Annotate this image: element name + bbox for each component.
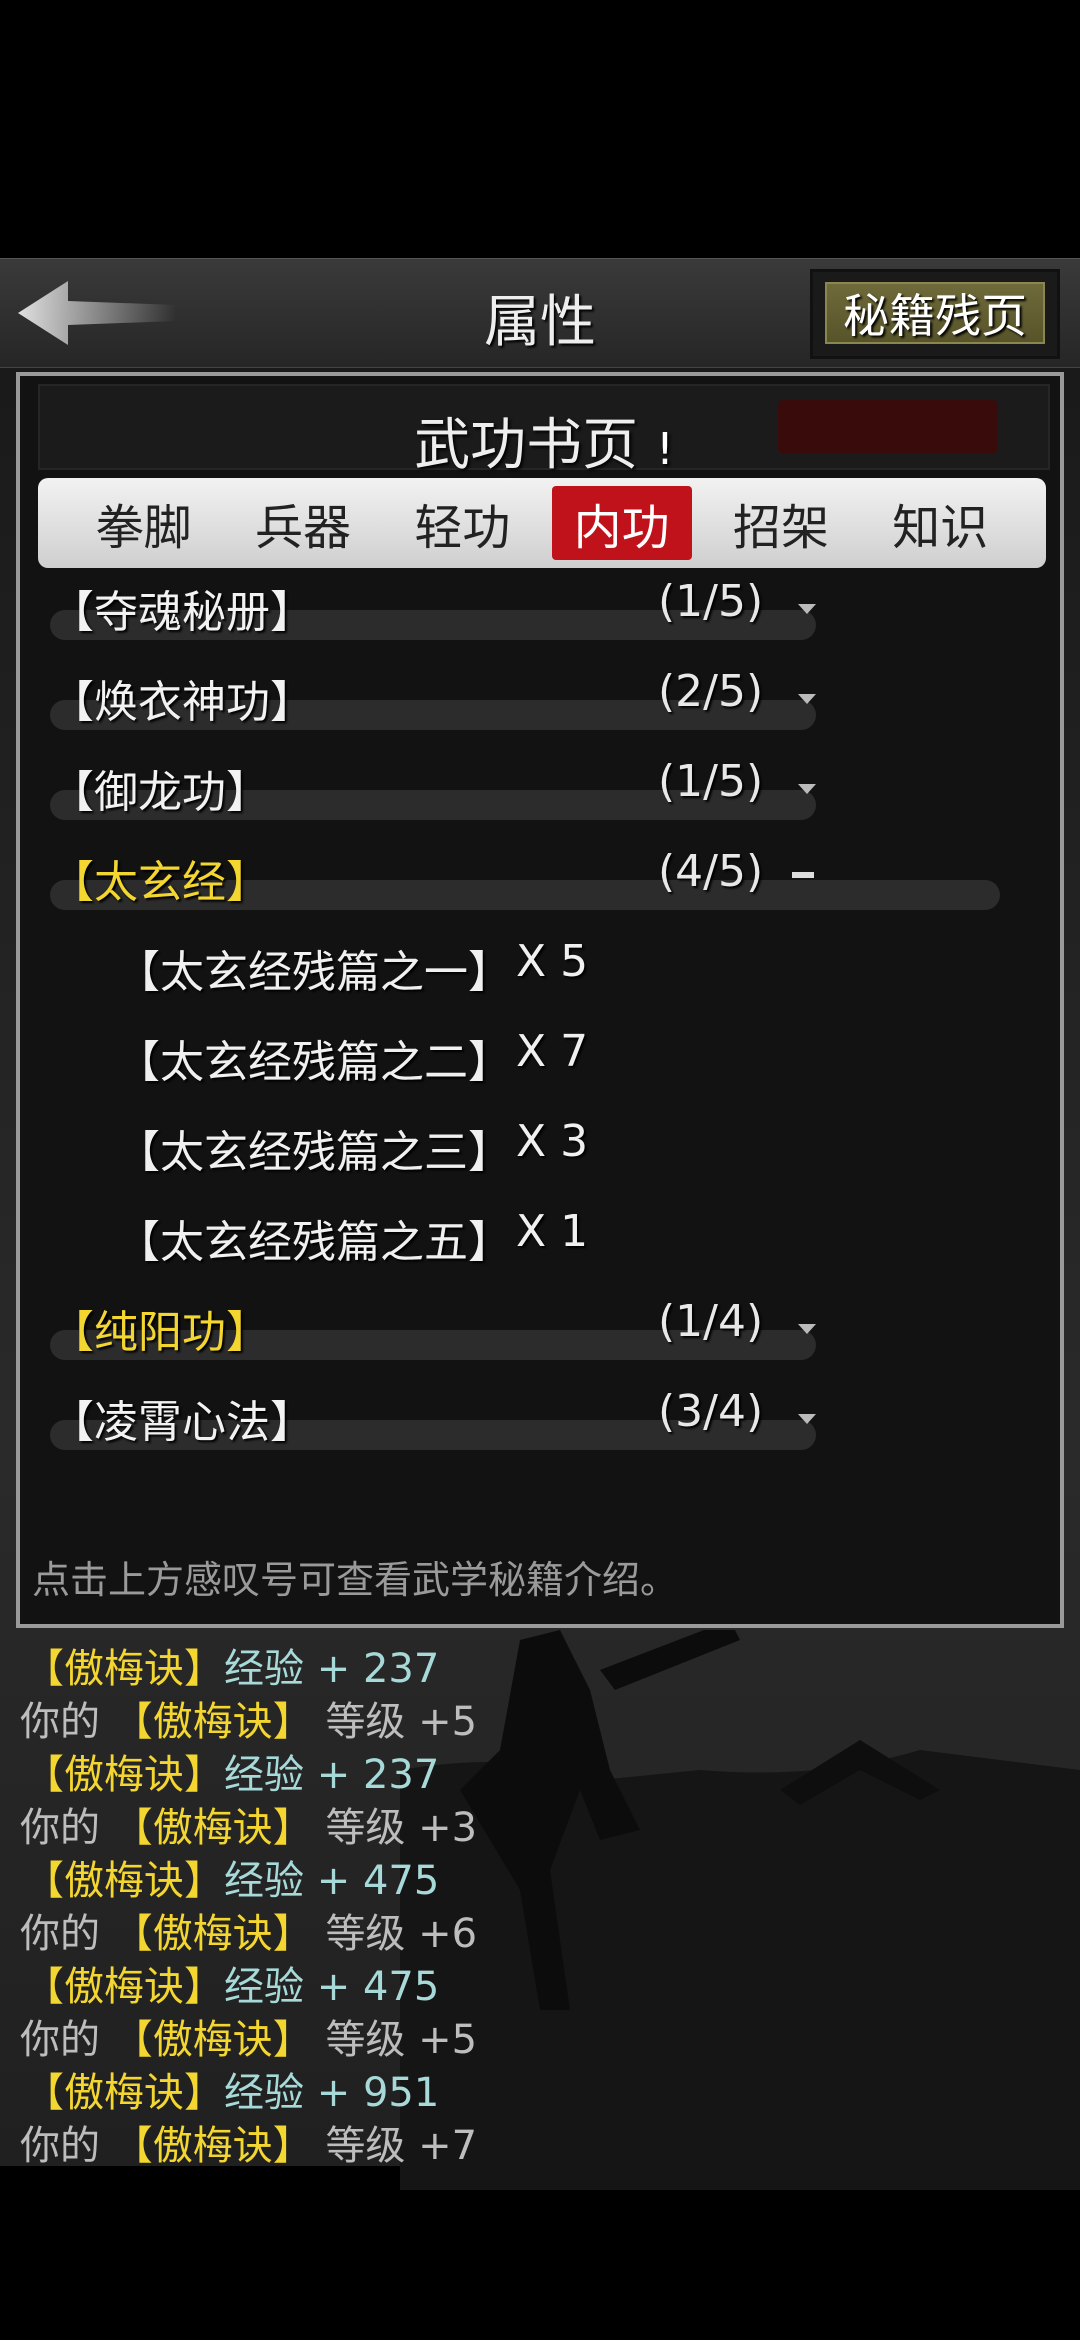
tab-fist[interactable]: 拳脚 — [74, 486, 214, 560]
collapse-icon — [792, 872, 814, 878]
book-name: 【太玄经】 — [50, 857, 270, 908]
panel-title: 武功书页! — [40, 400, 1048, 481]
log-line: 【傲梅诀】经验 + 237 — [24, 1742, 439, 1800]
fragment-name: 【太玄经残篇之三】 — [116, 1127, 512, 1178]
log-value: +5 — [418, 2017, 478, 2063]
tab-parry[interactable]: 招架 — [711, 486, 851, 560]
log-value: + 237 — [316, 1752, 440, 1798]
log-skill: 【傲梅诀】 — [24, 1858, 224, 1904]
panel-title-text: 武功书页 — [414, 413, 639, 478]
log-line: 你的 【傲梅诀】 等级 +5 — [20, 1689, 477, 1747]
tab-inner-power[interactable]: 内功 — [551, 486, 692, 560]
book-name: 【纯阳功】 — [50, 1307, 270, 1358]
log-label: 经验 — [224, 2070, 304, 2116]
log-prefix: 你的 — [20, 2123, 100, 2169]
log-label: 经验 — [224, 1646, 304, 1692]
log-value: + 951 — [316, 2070, 440, 2116]
fragment-item: 【太玄经残篇之五】 X 1 — [116, 1206, 588, 1276]
chevron-down-icon — [798, 694, 816, 704]
chevron-down-icon — [798, 1324, 816, 1334]
log-line: 【傲梅诀】经验 + 951 — [24, 2060, 439, 2118]
log-line: 【傲梅诀】经验 + 475 — [24, 1954, 439, 2012]
log-label: 等级 — [325, 1805, 406, 1851]
swordsman-silhouette — [400, 1630, 1080, 2190]
log-label: 等级 — [325, 2017, 406, 2063]
log-line: 你的 【傲梅诀】 等级 +7 — [20, 2113, 477, 2171]
log-skill: 【傲梅诀】 — [24, 1646, 224, 1692]
log-line: 你的 【傲梅诀】 等级 +5 — [20, 2007, 477, 2065]
category-tabs: 拳脚 兵器 轻功 内功 招架 知识 — [38, 478, 1046, 568]
fragment-qty: X 1 — [516, 1206, 589, 1257]
tab-knowledge[interactable]: 知识 — [870, 486, 1010, 560]
log-value: +5 — [418, 1699, 478, 1745]
book-name: 【御龙功】 — [50, 767, 270, 818]
tab-weapon[interactable]: 兵器 — [233, 486, 373, 560]
book-name: 【凌霄心法】 — [50, 1397, 314, 1448]
fragment-qty: X 7 — [516, 1026, 589, 1077]
book-name: 【焕衣神功】 — [50, 677, 314, 728]
log-value: + 237 — [316, 1646, 440, 1692]
fragment-item: 【太玄经残篇之一】 X 5 — [116, 936, 588, 1006]
log-line: 你的 【傲梅诀】 等级 +6 — [20, 1901, 477, 1959]
log-prefix: 你的 — [20, 2017, 100, 2063]
chevron-down-icon — [798, 604, 816, 614]
fragment-qty: X 3 — [516, 1116, 589, 1167]
hint-text: 点击上方感叹号可查看武学秘籍介绍。 — [32, 1558, 679, 1602]
fragment-name: 【太玄经残篇之二】 — [116, 1037, 512, 1088]
book-count: (3/4) — [658, 1386, 764, 1437]
log-label: 经验 — [224, 1858, 304, 1904]
panel-header: 武功书页! — [38, 384, 1050, 478]
book-count: (1/5) — [658, 756, 764, 807]
log-label: 经验 — [224, 1964, 304, 2010]
log-skill: 【傲梅诀】 — [112, 2123, 313, 2169]
tab-lightness[interactable]: 轻功 — [392, 486, 532, 560]
log-skill: 【傲梅诀】 — [24, 2070, 224, 2116]
log-prefix: 你的 — [20, 1805, 100, 1851]
log-value: + 475 — [316, 1858, 440, 1904]
log-skill: 【傲梅诀】 — [112, 1911, 313, 1957]
log-skill: 【傲梅诀】 — [24, 1752, 224, 1798]
log-line: 【傲梅诀】经验 + 475 — [24, 1848, 439, 1906]
log-label: 等级 — [325, 2123, 406, 2169]
log-label: 经验 — [224, 1752, 304, 1798]
log-label: 等级 — [325, 1699, 406, 1745]
book-count: (1/4) — [658, 1296, 764, 1347]
fragment-name: 【太玄经残篇之五】 — [116, 1217, 512, 1268]
martial-book-panel: 武功书页! 拳脚 兵器 轻功 内功 招架 知识 【夺魂秘册】 (1/5) 【焕衣… — [16, 372, 1064, 1628]
log-skill: 【傲梅诀】 — [24, 1964, 224, 2010]
book-count: (4/5) — [658, 846, 764, 897]
log-value: +3 — [418, 1805, 478, 1851]
log-skill: 【傲梅诀】 — [112, 2017, 313, 2063]
log-value: + 475 — [316, 1964, 440, 2010]
log-line: 【傲梅诀】经验 + 237 — [24, 1636, 439, 1694]
info-exclamation-icon[interactable]: ! — [656, 424, 674, 475]
log-line: 你的 【傲梅诀】 等级 +3 — [20, 1795, 477, 1853]
log-value: +7 — [418, 2123, 478, 2169]
secret-fragments-label: 秘籍残页 — [825, 282, 1045, 344]
book-name: 【夺魂秘册】 — [50, 587, 314, 638]
log-value: +6 — [418, 1911, 478, 1957]
secret-fragments-button[interactable]: 秘籍残页 — [810, 269, 1060, 359]
log-prefix: 你的 — [20, 1911, 100, 1957]
log-skill: 【傲梅诀】 — [112, 1805, 313, 1851]
book-count: (1/5) — [658, 576, 764, 627]
fragment-qty: X 5 — [516, 936, 589, 987]
top-bar: 属性 秘籍残页 — [0, 258, 1080, 368]
log-skill: 【傲梅诀】 — [112, 1699, 313, 1745]
fragment-item: 【太玄经残篇之二】 X 7 — [116, 1026, 588, 1096]
chevron-down-icon — [798, 1414, 816, 1424]
chevron-down-icon — [798, 784, 816, 794]
log-label: 等级 — [325, 1911, 406, 1957]
log-prefix: 你的 — [20, 1699, 100, 1745]
fragment-item: 【太玄经残篇之三】 X 3 — [116, 1116, 588, 1186]
fragment-name: 【太玄经残篇之一】 — [116, 947, 512, 998]
book-count: (2/5) — [658, 666, 764, 717]
